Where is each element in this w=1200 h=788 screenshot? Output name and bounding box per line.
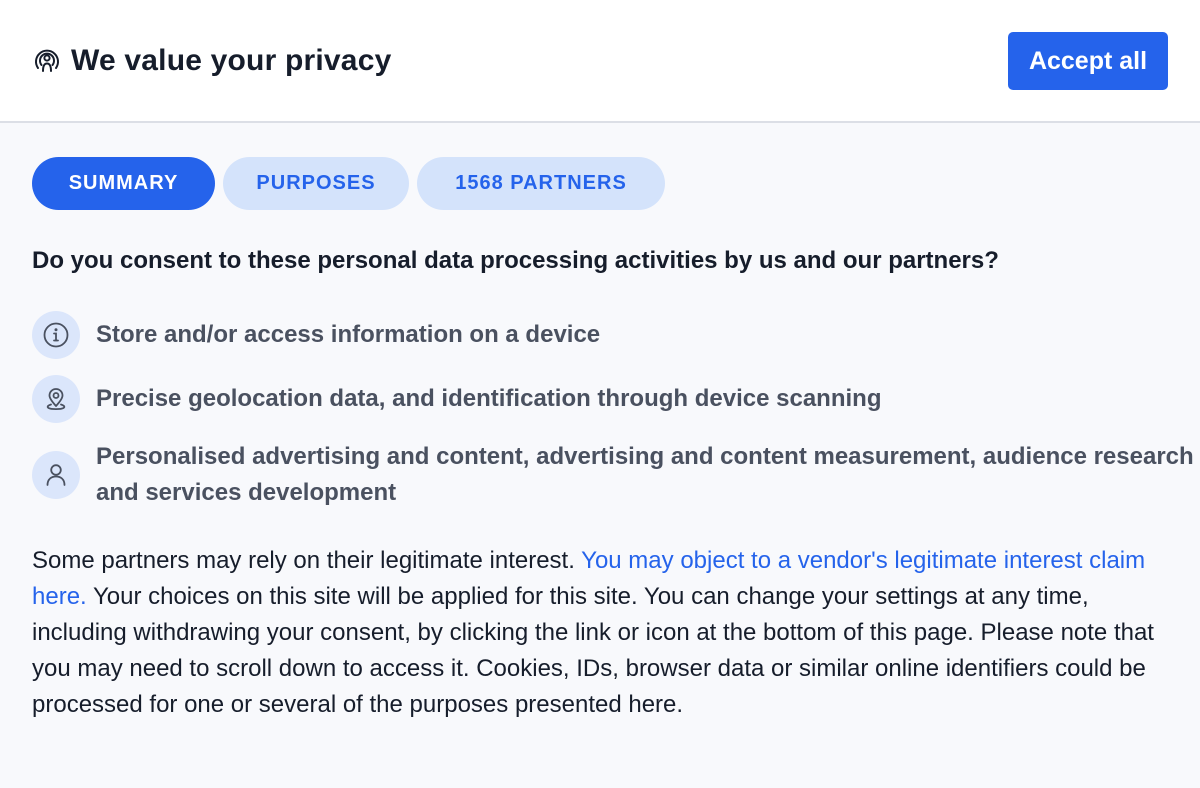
consent-question: Do you consent to these personal data pr… [32, 247, 999, 274]
page-title: We value your privacy [71, 44, 392, 77]
tab-summary[interactable]: SUMMARY [32, 157, 215, 210]
description-text: Some partners may rely on their legitima… [32, 547, 582, 574]
purpose-item-advertising: Personalised advertising and content, ad… [32, 439, 1200, 511]
privacy-icon [32, 46, 62, 76]
tab-purposes[interactable]: PURPOSES [223, 157, 409, 210]
legal-description: Some partners may rely on their legitima… [32, 543, 1172, 723]
purpose-label: Personalised advertising and content, ad… [96, 443, 1194, 506]
purpose-label: Precise geolocation data, and identifica… [96, 385, 882, 412]
tab-bar: SUMMARY PURPOSES 1568 PARTNERS [32, 157, 673, 210]
purpose-item-device-storage: Store and/or access information on a dev… [32, 311, 600, 359]
info-icon [32, 311, 80, 359]
location-pin-icon [32, 375, 80, 423]
purpose-item-geolocation: Precise geolocation data, and identifica… [32, 375, 881, 423]
header-title: We value your privacy [32, 44, 391, 78]
accept-all-button[interactable]: Accept all [1008, 32, 1168, 90]
tab-partners[interactable]: 1568 PARTNERS [417, 157, 665, 210]
description-text: Your choices on this site will be applie… [32, 583, 1154, 718]
consent-header: We value your privacy Accept all [0, 0, 1200, 123]
person-icon [32, 451, 80, 499]
purpose-label: Store and/or access information on a dev… [96, 321, 601, 348]
